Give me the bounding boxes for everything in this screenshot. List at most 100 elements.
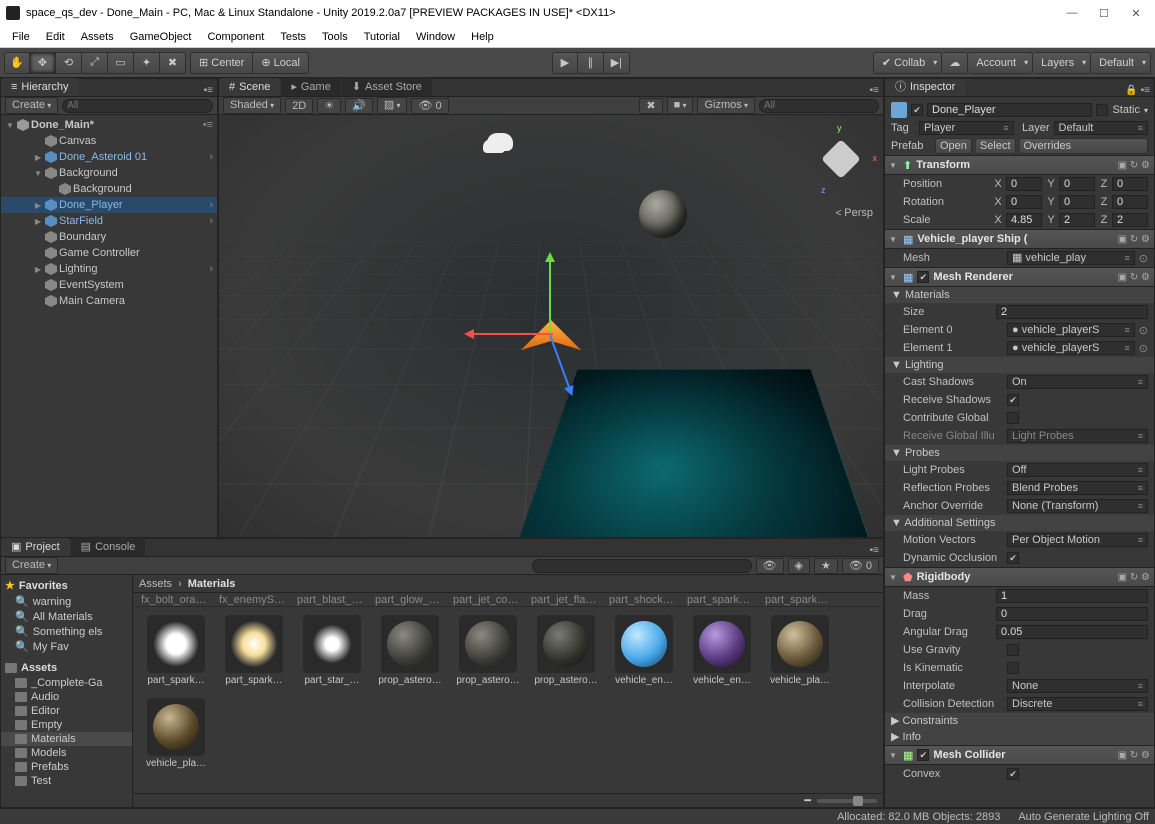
tag-dropdown[interactable]: Player [919,121,1014,135]
prefab-open-button[interactable]: Open [935,138,972,154]
hierarchy-create-dropdown[interactable]: Create [5,97,58,114]
asset-label[interactable]: fx_bolt_ora… [141,594,211,606]
scene-search-input[interactable] [759,99,879,113]
scale-tool[interactable]: ⤢ [82,52,108,74]
contribute-gi-checkbox[interactable] [1007,412,1019,424]
minimize-button[interactable]: — [1065,7,1079,20]
angular-drag-input[interactable] [996,625,1148,639]
thumbnail-size-slider[interactable]: ━ [133,793,883,807]
account-dropdown[interactable]: Account [968,52,1033,74]
hierarchy-item[interactable]: Canvas [1,133,217,149]
hierarchy-options-icon[interactable]: ▪≡ [200,85,217,96]
pivot-local-button[interactable]: ⊕ Local [253,52,309,74]
tab-hierarchy[interactable]: ≡Hierarchy [1,78,79,96]
menu-help[interactable]: Help [463,26,502,48]
receive-shadows-checkbox[interactable]: ✔ [1007,394,1019,406]
meshcollider-header[interactable]: ▼▦✔Mesh Collider ▣ ↻ ⚙ [885,745,1154,765]
meshcollider-enable[interactable]: ✔ [917,749,929,761]
layout-dropdown[interactable]: Default [1091,52,1151,74]
favorite-item[interactable]: 🔍All Materials [1,609,132,624]
hierarchy-item[interactable]: Main Camera [1,293,217,309]
hierarchy-item[interactable]: ▶Lighting› [1,261,217,277]
tab-scene[interactable]: #Scene [219,78,280,96]
rot-x-input[interactable] [1006,195,1042,209]
hierarchy-item[interactable]: ▶Done_Asteroid 01› [1,149,217,165]
is-kinematic-checkbox[interactable] [1007,662,1019,674]
pos-y-input[interactable] [1059,177,1095,191]
asset-label[interactable]: fx_enemySh… [219,594,289,606]
scene-fx-toggle[interactable]: ▨ [377,97,408,114]
tab-game[interactable]: ▸Game [281,78,341,96]
hierarchy-item[interactable]: Boundary [1,229,217,245]
menu-tutorial[interactable]: Tutorial [356,26,408,48]
scene-asteroid[interactable] [639,190,687,238]
favorite-item[interactable]: 🔍My Fav [1,639,132,654]
light-probes-dropdown[interactable]: Off [1007,463,1148,477]
assets-header[interactable]: Assets [1,660,132,676]
layers-dropdown[interactable]: Layers [1033,52,1091,74]
scene-viewport[interactable]: x y z < Persp [219,115,883,537]
hierarchy-item[interactable]: ▶StarField› [1,213,217,229]
hierarchy-item[interactable]: Game Controller [1,245,217,261]
folder-item[interactable]: Empty [1,718,132,732]
asset-label[interactable]: part_blast_… [297,594,367,606]
hierarchy-item[interactable]: ▶Done_Player› [1,197,217,213]
materials-size-input[interactable] [996,305,1148,319]
tab-inspector[interactable]: ⓘInspector [885,78,965,96]
asset-grid[interactable]: part_spark…part_spark…part_star_…prop_as… [133,607,883,793]
static-checkbox[interactable] [1096,104,1108,116]
favorites-header[interactable]: ★Favorites [1,577,132,594]
status-lighting[interactable]: Auto Generate Lighting Off [1018,811,1149,823]
folder-item[interactable]: Prefabs [1,760,132,774]
folder-item[interactable]: Audio [1,690,132,704]
project-hidden-icon[interactable]: 👁 0 [842,558,879,574]
mesh-field[interactable]: ▦ vehicle_play [1007,251,1135,265]
folder-item[interactable]: Editor [1,704,132,718]
pos-z-input[interactable] [1112,177,1148,191]
asset-item[interactable]: prop_astero… [375,615,445,686]
asset-item[interactable]: vehicle_en… [687,615,757,686]
asset-item[interactable]: part_spark… [219,615,289,686]
motion-vectors-dropdown[interactable]: Per Object Motion [1007,533,1148,547]
folder-item[interactable]: Models [1,746,132,760]
convex-checkbox[interactable]: ✔ [1007,768,1019,780]
pos-x-input[interactable] [1006,177,1042,191]
drag-input[interactable] [996,607,1148,621]
project-type-icon[interactable]: ◈ [788,558,810,574]
anchor-override-field[interactable]: None (Transform) [1007,499,1148,513]
probes-subheader[interactable]: ▼ Probes [885,445,1154,461]
play-button[interactable]: ▶ [552,52,578,74]
close-button[interactable]: ✕ [1129,7,1143,20]
meshrenderer-header[interactable]: ▼▦✔Mesh Renderer ▣ ↻ ⚙ [885,267,1154,287]
gameobject-name-input[interactable] [927,103,1092,117]
layer-dropdown[interactable]: Default [1054,121,1149,135]
tab-asset-store[interactable]: ⬇Asset Store [342,78,432,96]
menu-tests[interactable]: Tests [272,26,314,48]
scene-tools-icon[interactable]: ✖ [639,98,662,114]
project-label-icon[interactable]: ★ [814,558,838,574]
project-create-dropdown[interactable]: Create [5,557,58,574]
scale-z-input[interactable] [1112,213,1148,227]
asset-label[interactable]: part_jet_fla… [531,594,601,606]
mode-2d-toggle[interactable]: 2D [285,98,313,114]
scene-options-icon[interactable]: ▪≡ [866,85,883,96]
materials-header[interactable]: ▼ Materials [885,287,1154,303]
scene-hidden-toggle[interactable]: 👁 0 [411,98,448,114]
maximize-button[interactable]: ☐ [1097,7,1111,20]
persp-label[interactable]: < Persp [836,207,873,219]
project-options-icon[interactable]: ▪≡ [866,545,883,556]
gizmo-y-axis[interactable] [549,255,551,335]
project-search-input[interactable] [532,559,752,573]
folder-item[interactable]: _Complete-Ga [1,676,132,690]
interpolate-dropdown[interactable]: None [1007,679,1148,693]
rect-tool[interactable]: ▭ [108,52,134,74]
dynamic-occlusion-checkbox[interactable]: ✔ [1007,552,1019,564]
lighting-subheader[interactable]: ▼ Lighting [885,357,1154,373]
active-checkbox[interactable]: ✔ [911,104,923,116]
scene-light-toggle[interactable]: ☀ [317,98,341,114]
asset-item[interactable]: vehicle_pla… [141,698,211,769]
project-breadcrumb[interactable]: Assets›Materials [133,575,883,593]
additional-subheader[interactable]: ▼ Additional Settings [885,515,1154,531]
favorite-item[interactable]: 🔍Something els [1,624,132,639]
cast-shadows-dropdown[interactable]: On [1007,375,1148,389]
